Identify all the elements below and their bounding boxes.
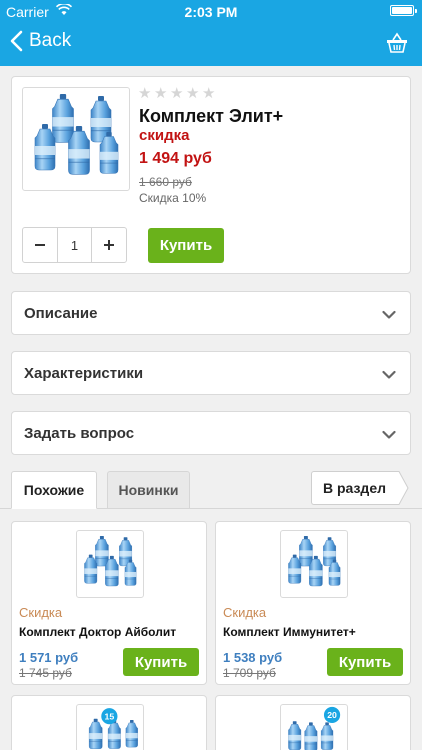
related-product-old-price: 1 709 руб <box>223 666 276 680</box>
product-tag: скидка <box>139 127 190 144</box>
clock: 2:03 PM <box>184 4 238 20</box>
star-icon: ★ <box>170 85 184 102</box>
related-product-image[interactable] <box>76 530 144 598</box>
battery-icon <box>390 5 417 16</box>
volume-badge: 20 <box>327 710 337 720</box>
back-label: Back <box>29 30 72 51</box>
minus-icon <box>35 244 45 246</box>
basket-icon[interactable] <box>386 32 408 59</box>
related-product-old-price: 1 745 руб <box>19 666 72 680</box>
related-product-card[interactable]: 15 <box>11 695 207 750</box>
related-product-name: Комплект Доктор Айболит <box>19 625 177 639</box>
decrement-button[interactable] <box>23 228 57 262</box>
tab-similar[interactable]: Похожие <box>11 471 97 509</box>
related-product-card[interactable]: Скидка Комплект Иммунитет+ 1 538 руб 1 7… <box>215 521 411 685</box>
related-product-tag: Скидка <box>19 605 63 620</box>
chevron-left-icon <box>10 30 23 52</box>
product-old-price: 1 660 руб <box>139 175 192 189</box>
product-price: 1 494 руб <box>139 150 212 167</box>
star-icon: ★ <box>202 85 216 102</box>
related-buy-button[interactable]: Купить <box>123 648 199 676</box>
quantity-field[interactable]: 1 <box>57 228 92 262</box>
section-button[interactable]: В раздел <box>311 471 397 505</box>
star-icon: ★ <box>186 85 200 102</box>
related-product-price: 1 571 руб <box>19 650 79 665</box>
related-product-card[interactable]: 20 <box>215 695 411 750</box>
plus-icon <box>104 240 114 250</box>
quantity-stepper: 1 <box>22 227 127 263</box>
accordion-label: Характеристики <box>24 365 144 382</box>
related-product-image[interactable]: 15 <box>76 704 144 750</box>
related-product-card[interactable]: Скидка Комплект Доктор Айболит 1 571 руб… <box>11 521 207 685</box>
chevron-down-icon <box>382 367 396 385</box>
rating-stars[interactable]: ★ ★ ★ ★ ★ <box>138 85 216 102</box>
accordion-label: Описание <box>24 305 98 322</box>
related-product-image[interactable]: 20 <box>280 704 348 750</box>
accordion-question[interactable]: Задать вопрос <box>11 411 411 455</box>
related-product-image[interactable] <box>280 530 348 598</box>
accordion-label: Задать вопрос <box>24 425 135 442</box>
chevron-down-icon <box>382 427 396 445</box>
product-title: Комплект Элит+ <box>139 106 284 126</box>
increment-button[interactable] <box>92 228 126 262</box>
related-product-name: Комплект Иммунитет+ <box>223 625 356 639</box>
back-button[interactable]: Back <box>10 30 71 52</box>
star-icon: ★ <box>154 85 168 102</box>
product-card: ★ ★ ★ ★ ★ Комплект Элит+ скидка 1 494 ру… <box>11 76 411 274</box>
related-buy-button[interactable]: Купить <box>327 648 403 676</box>
buy-button[interactable]: Купить <box>148 228 224 263</box>
nav-bar: Back <box>0 22 422 66</box>
tab-new[interactable]: Новинки <box>107 471 190 509</box>
product-discount: Скидка 10% <box>139 191 207 205</box>
volume-badge: 15 <box>105 711 115 721</box>
accordion-specs[interactable]: Характеристики <box>11 351 411 395</box>
accordion-description[interactable]: Описание <box>11 291 411 335</box>
star-icon: ★ <box>138 85 152 102</box>
chevron-down-icon <box>382 307 396 325</box>
status-bar: Carrier 2:03 PM <box>0 0 422 22</box>
related-product-price: 1 538 руб <box>223 650 283 665</box>
product-image[interactable] <box>22 87 130 191</box>
related-product-tag: Скидка <box>223 605 267 620</box>
